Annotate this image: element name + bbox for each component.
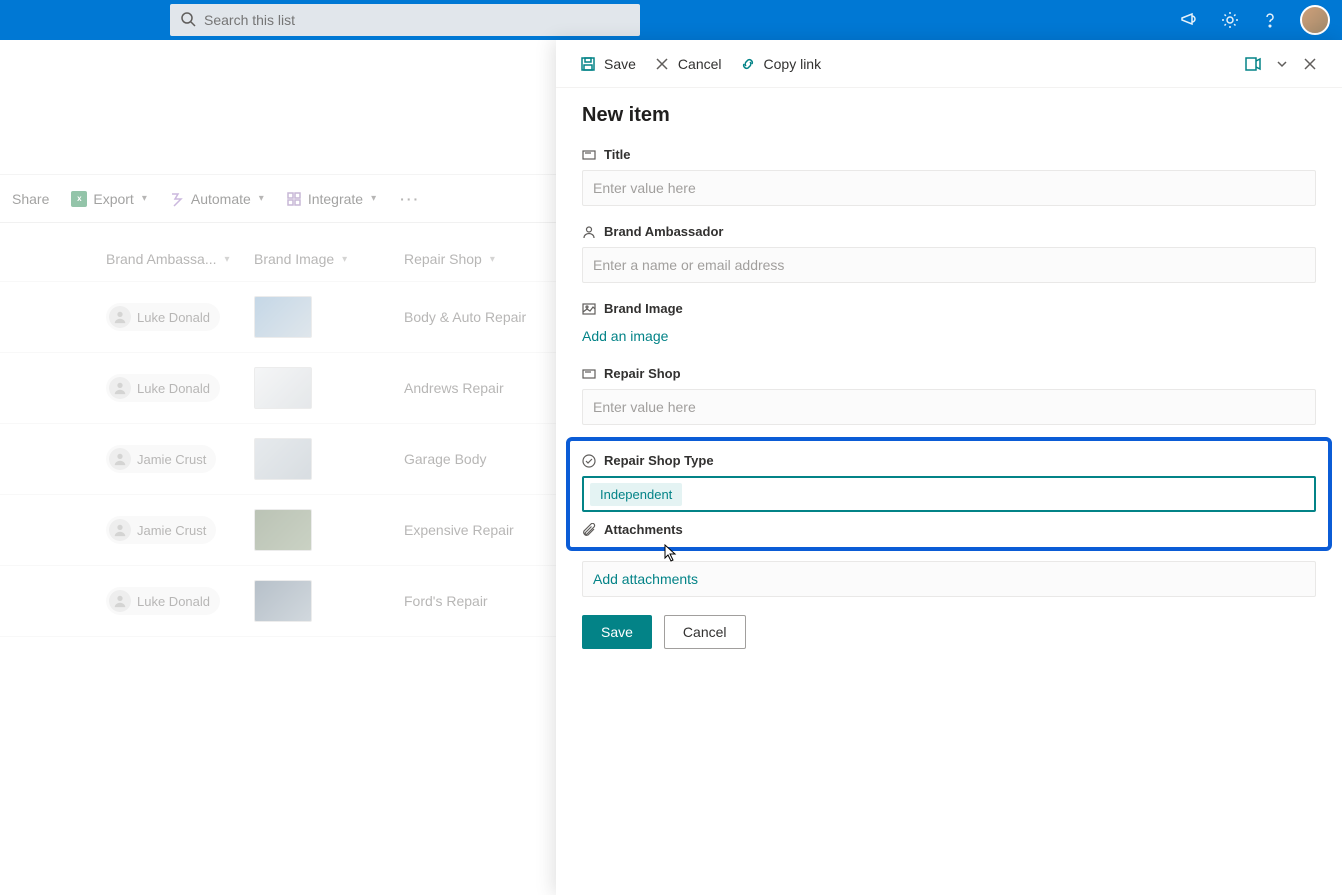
link-icon — [740, 56, 756, 72]
shop-type-input[interactable]: Independent — [582, 476, 1316, 512]
choice-icon — [582, 454, 596, 468]
title-input[interactable] — [582, 170, 1316, 206]
person-chip[interactable]: Luke Donald — [106, 587, 220, 615]
save-icon — [580, 56, 596, 72]
shop-input[interactable] — [582, 389, 1316, 425]
person-name: Luke Donald — [137, 594, 210, 609]
automate-label: Automate — [191, 191, 251, 207]
export-button[interactable]: x Export ▾ — [67, 185, 151, 213]
image-icon — [582, 302, 596, 316]
brand-image-thumb[interactable] — [254, 367, 312, 409]
field-image-label: Brand Image — [604, 301, 683, 316]
share-label: Share — [12, 191, 49, 207]
chevron-down-icon[interactable] — [1276, 58, 1288, 70]
person-name: Jamie Crust — [137, 523, 206, 538]
person-avatar-icon — [109, 448, 131, 470]
ambassador-input[interactable] — [582, 247, 1316, 283]
text-field-icon — [582, 367, 596, 381]
choice-chip[interactable]: Independent — [590, 483, 682, 506]
panel-cancel-button[interactable]: Cancel — [654, 56, 722, 72]
more-actions-button[interactable]: ··· — [394, 191, 426, 207]
brand-image-thumb[interactable] — [254, 580, 312, 622]
panel-title: New item — [582, 104, 1316, 127]
field-ambassador-label: Brand Ambassador — [604, 224, 723, 239]
field-shoptype-label: Repair Shop Type — [604, 453, 714, 468]
user-avatar[interactable] — [1300, 5, 1330, 35]
person-avatar-icon — [109, 519, 131, 541]
person-name: Luke Donald — [137, 310, 210, 325]
automate-button[interactable]: Automate ▾ — [165, 185, 268, 213]
brand-image-thumb[interactable] — [254, 296, 312, 338]
highlight-callout: Repair Shop Type Independent Attachments — [566, 437, 1332, 551]
search-icon — [180, 11, 196, 30]
settings-gear-icon[interactable] — [1220, 10, 1240, 30]
chevron-down-icon: ▾ — [142, 193, 147, 204]
field-attachments-label: Attachments — [604, 522, 683, 537]
person-avatar-icon — [109, 590, 131, 612]
megaphone-icon[interactable] — [1180, 10, 1200, 30]
brand-image-thumb[interactable] — [254, 509, 312, 551]
person-avatar-icon — [109, 377, 131, 399]
person-icon — [582, 225, 596, 239]
form-actions: Save Cancel — [582, 615, 1316, 649]
attachment-icon — [582, 523, 596, 537]
panel-save-button[interactable]: Save — [580, 56, 636, 72]
person-chip[interactable]: Jamie Crust — [106, 445, 216, 473]
person-chip[interactable]: Jamie Crust — [106, 516, 216, 544]
field-shop: Repair Shop — [582, 366, 1316, 425]
add-image-link[interactable]: Add an image — [582, 324, 668, 348]
field-title: Title — [582, 147, 1316, 206]
chevron-down-icon: ▾ — [259, 193, 264, 204]
chevron-down-icon: ▾ — [371, 193, 376, 204]
text-field-icon — [582, 148, 596, 162]
suite-header — [0, 0, 1342, 40]
brand-image-thumb[interactable] — [254, 438, 312, 480]
panel-body: New item Title Brand Ambassador Brand Im… — [556, 88, 1342, 665]
person-name: Luke Donald — [137, 381, 210, 396]
person-name: Jamie Crust — [137, 452, 206, 467]
panel-cancel-label: Cancel — [678, 56, 722, 72]
panel-copylink-button[interactable]: Copy link — [740, 56, 822, 72]
flow-icon — [169, 191, 185, 207]
person-chip[interactable]: Luke Donald — [106, 374, 220, 402]
search-box[interactable] — [170, 4, 640, 36]
column-header-ambassador[interactable]: Brand Ambassa... ▾ — [106, 251, 254, 267]
panel-copylink-label: Copy link — [764, 56, 822, 72]
panel-toolbar: Save Cancel Copy link — [556, 40, 1342, 88]
suite-actions — [1180, 5, 1330, 35]
col-label: Brand Ambassa... — [106, 251, 217, 267]
column-header-image[interactable]: Brand Image ▾ — [254, 251, 404, 267]
chevron-down-icon: ▾ — [342, 254, 347, 265]
field-shop-type: Repair Shop Type Independent — [582, 453, 1316, 512]
export-label: Export — [93, 191, 133, 207]
cancel-x-icon — [654, 56, 670, 72]
close-icon[interactable] — [1302, 56, 1318, 72]
person-chip[interactable]: Luke Donald — [106, 303, 220, 331]
excel-icon: x — [71, 191, 87, 207]
field-title-label: Title — [604, 147, 631, 162]
field-attachments — [582, 561, 1316, 597]
person-avatar-icon — [109, 306, 131, 328]
field-shop-label: Repair Shop — [604, 366, 681, 381]
new-item-panel: Save Cancel Copy link New item — [556, 40, 1342, 895]
integrate-label: Integrate — [308, 191, 363, 207]
save-button[interactable]: Save — [582, 615, 652, 649]
chevron-down-icon: ▾ — [490, 254, 495, 265]
cancel-button[interactable]: Cancel — [664, 615, 746, 649]
field-ambassador: Brand Ambassador — [582, 224, 1316, 283]
integrate-button[interactable]: Integrate ▾ — [282, 185, 380, 213]
panel-save-label: Save — [604, 56, 636, 72]
integrate-icon — [286, 191, 302, 207]
help-icon[interactable] — [1260, 10, 1280, 30]
field-image: Brand Image Add an image — [582, 301, 1316, 348]
col-label: Brand Image — [254, 251, 334, 267]
chevron-down-icon: ▾ — [225, 254, 230, 265]
search-input[interactable] — [196, 4, 630, 36]
add-attachments-link[interactable] — [582, 561, 1316, 597]
share-button[interactable]: Share — [8, 185, 53, 213]
form-edit-icon[interactable] — [1244, 55, 1262, 73]
col-label: Repair Shop — [404, 251, 482, 267]
